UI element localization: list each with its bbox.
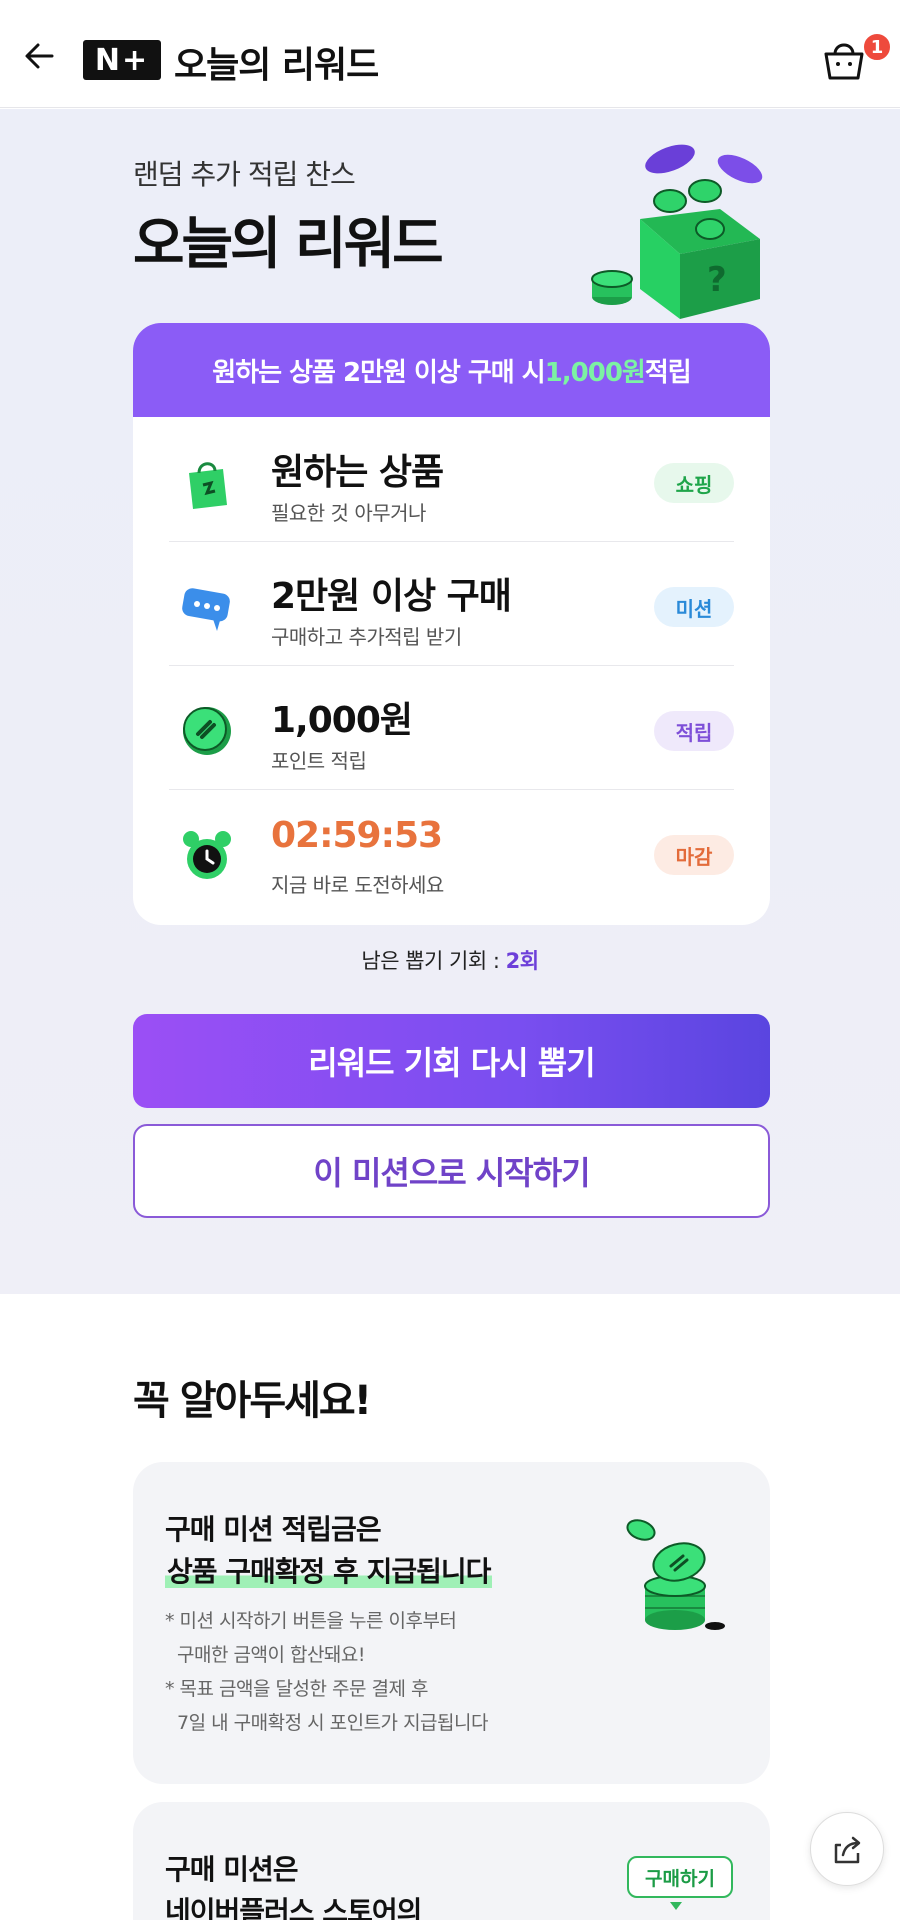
mission-tag: 미션 (654, 587, 734, 627)
reward-card: 원하는 상품 2만원 이상 구매 시 1,000원 적립 원하는 상품 필요한 … (133, 323, 770, 925)
row-title: 원하는 상품 (271, 452, 444, 493)
notice-note: * 목표 금액을 달성한 주문 결제 후 (165, 1678, 428, 1700)
notice-heading: 구매 미션은 (165, 1853, 299, 1886)
cart-count-badge: 1 (862, 32, 892, 62)
back-arrow-icon[interactable] (18, 34, 62, 78)
shopping-bag-icon (177, 453, 237, 513)
coin-stack-icon (623, 1514, 733, 1644)
svg-text:?: ? (707, 260, 727, 300)
reward-row-product: 원하는 상품 필요한 것 아무거나 쇼핑 (169, 417, 734, 541)
tag-pointer-icon (670, 1902, 682, 1910)
notice-heading-highlight: 상품 구매확정 후 지급됩니다 (165, 1550, 493, 1590)
shopping-tag: 쇼핑 (654, 463, 734, 503)
banner-suffix: 적립 (644, 357, 692, 388)
gift-box-icon: ? (590, 129, 780, 319)
hero-title: 오늘의 리워드 (133, 212, 444, 277)
reward-row-points: 1,000원 포인트 적립 적립 (169, 665, 734, 789)
notice-highlight-text: 상품 구매확정 후 지급됩니다 (165, 1555, 493, 1588)
buy-now-tag: 구매하기 (627, 1856, 733, 1898)
row-subtitle: 구매하고 추가적립 받기 (271, 625, 462, 649)
row-subtitle: 포인트 적립 (271, 749, 367, 773)
banner-highlight-amount: 1,000원 (544, 357, 646, 388)
notice-note: 구매한 금액이 합산돼요! (177, 1644, 366, 1666)
start-mission-button[interactable]: 이 미션으로 시작하기 (133, 1124, 770, 1218)
points-tag: 적립 (654, 711, 734, 751)
naver-plus-logo: N+ (83, 40, 161, 80)
alarm-clock-icon (177, 825, 237, 885)
notice-note: * 미션 시작하기 버튼을 누른 이후부터 (165, 1610, 457, 1632)
remaining-draws: 남은 뽑기 기회 : 2회 (0, 945, 900, 975)
header-title: 오늘의 리워드 (174, 45, 379, 86)
notice-card-payout: 구매 미션 적립금은 상품 구매확정 후 지급됩니다 * 미션 시작하기 버튼을… (133, 1462, 770, 1784)
remaining-draws-count: 2회 (505, 949, 539, 973)
notice-note: 7일 내 구매확정 시 포인트가 지급됩니다 (177, 1712, 488, 1734)
reward-hero-section: 랜덤 추가 적립 찬스 오늘의 리워드 ? 원하는 상품 2만원 이상 구매 시… (0, 109, 900, 1294)
hero-subtitle: 랜덤 추가 적립 찬스 (133, 158, 356, 191)
reward-banner: 원하는 상품 2만원 이상 구매 시 1,000원 적립 (133, 323, 770, 417)
deadline-tag: 마감 (654, 835, 734, 875)
row-title: 2만원 이상 구매 (271, 576, 512, 617)
share-icon (834, 1836, 861, 1864)
notice-heading: 구매 미션 적립금은 (165, 1513, 382, 1546)
notice-card-mission: 구매 미션은 네이버플러스 스토어의 구매하기 (133, 1802, 770, 1920)
share-button[interactable] (810, 1812, 884, 1886)
row-title: 1,000원 (271, 700, 413, 741)
banner-prefix: 원하는 상품 2만원 이상 구매 시 (212, 357, 545, 388)
notice-title: 꼭 알아두세요! (133, 1378, 372, 1424)
row-subtitle: 지금 바로 도전하세요 (271, 873, 444, 897)
chat-bubble-icon (177, 577, 237, 637)
row-subtitle: 필요한 것 아무거나 (271, 501, 426, 525)
countdown-timer: 02:59:53 (271, 815, 443, 856)
redraw-reward-button[interactable]: 리워드 기회 다시 뽑기 (133, 1014, 770, 1108)
app-header: N+ 오늘의 리워드 1 (0, 0, 900, 108)
coin-icon (177, 701, 237, 761)
reward-row-mission: 2만원 이상 구매 구매하고 추가적립 받기 미션 (169, 541, 734, 665)
remaining-draws-label: 남은 뽑기 기회 : (361, 949, 506, 973)
reward-row-deadline: 02:59:53 지금 바로 도전하세요 마감 (169, 789, 734, 913)
notice-heading: 네이버플러스 스토어의 (165, 1895, 422, 1920)
